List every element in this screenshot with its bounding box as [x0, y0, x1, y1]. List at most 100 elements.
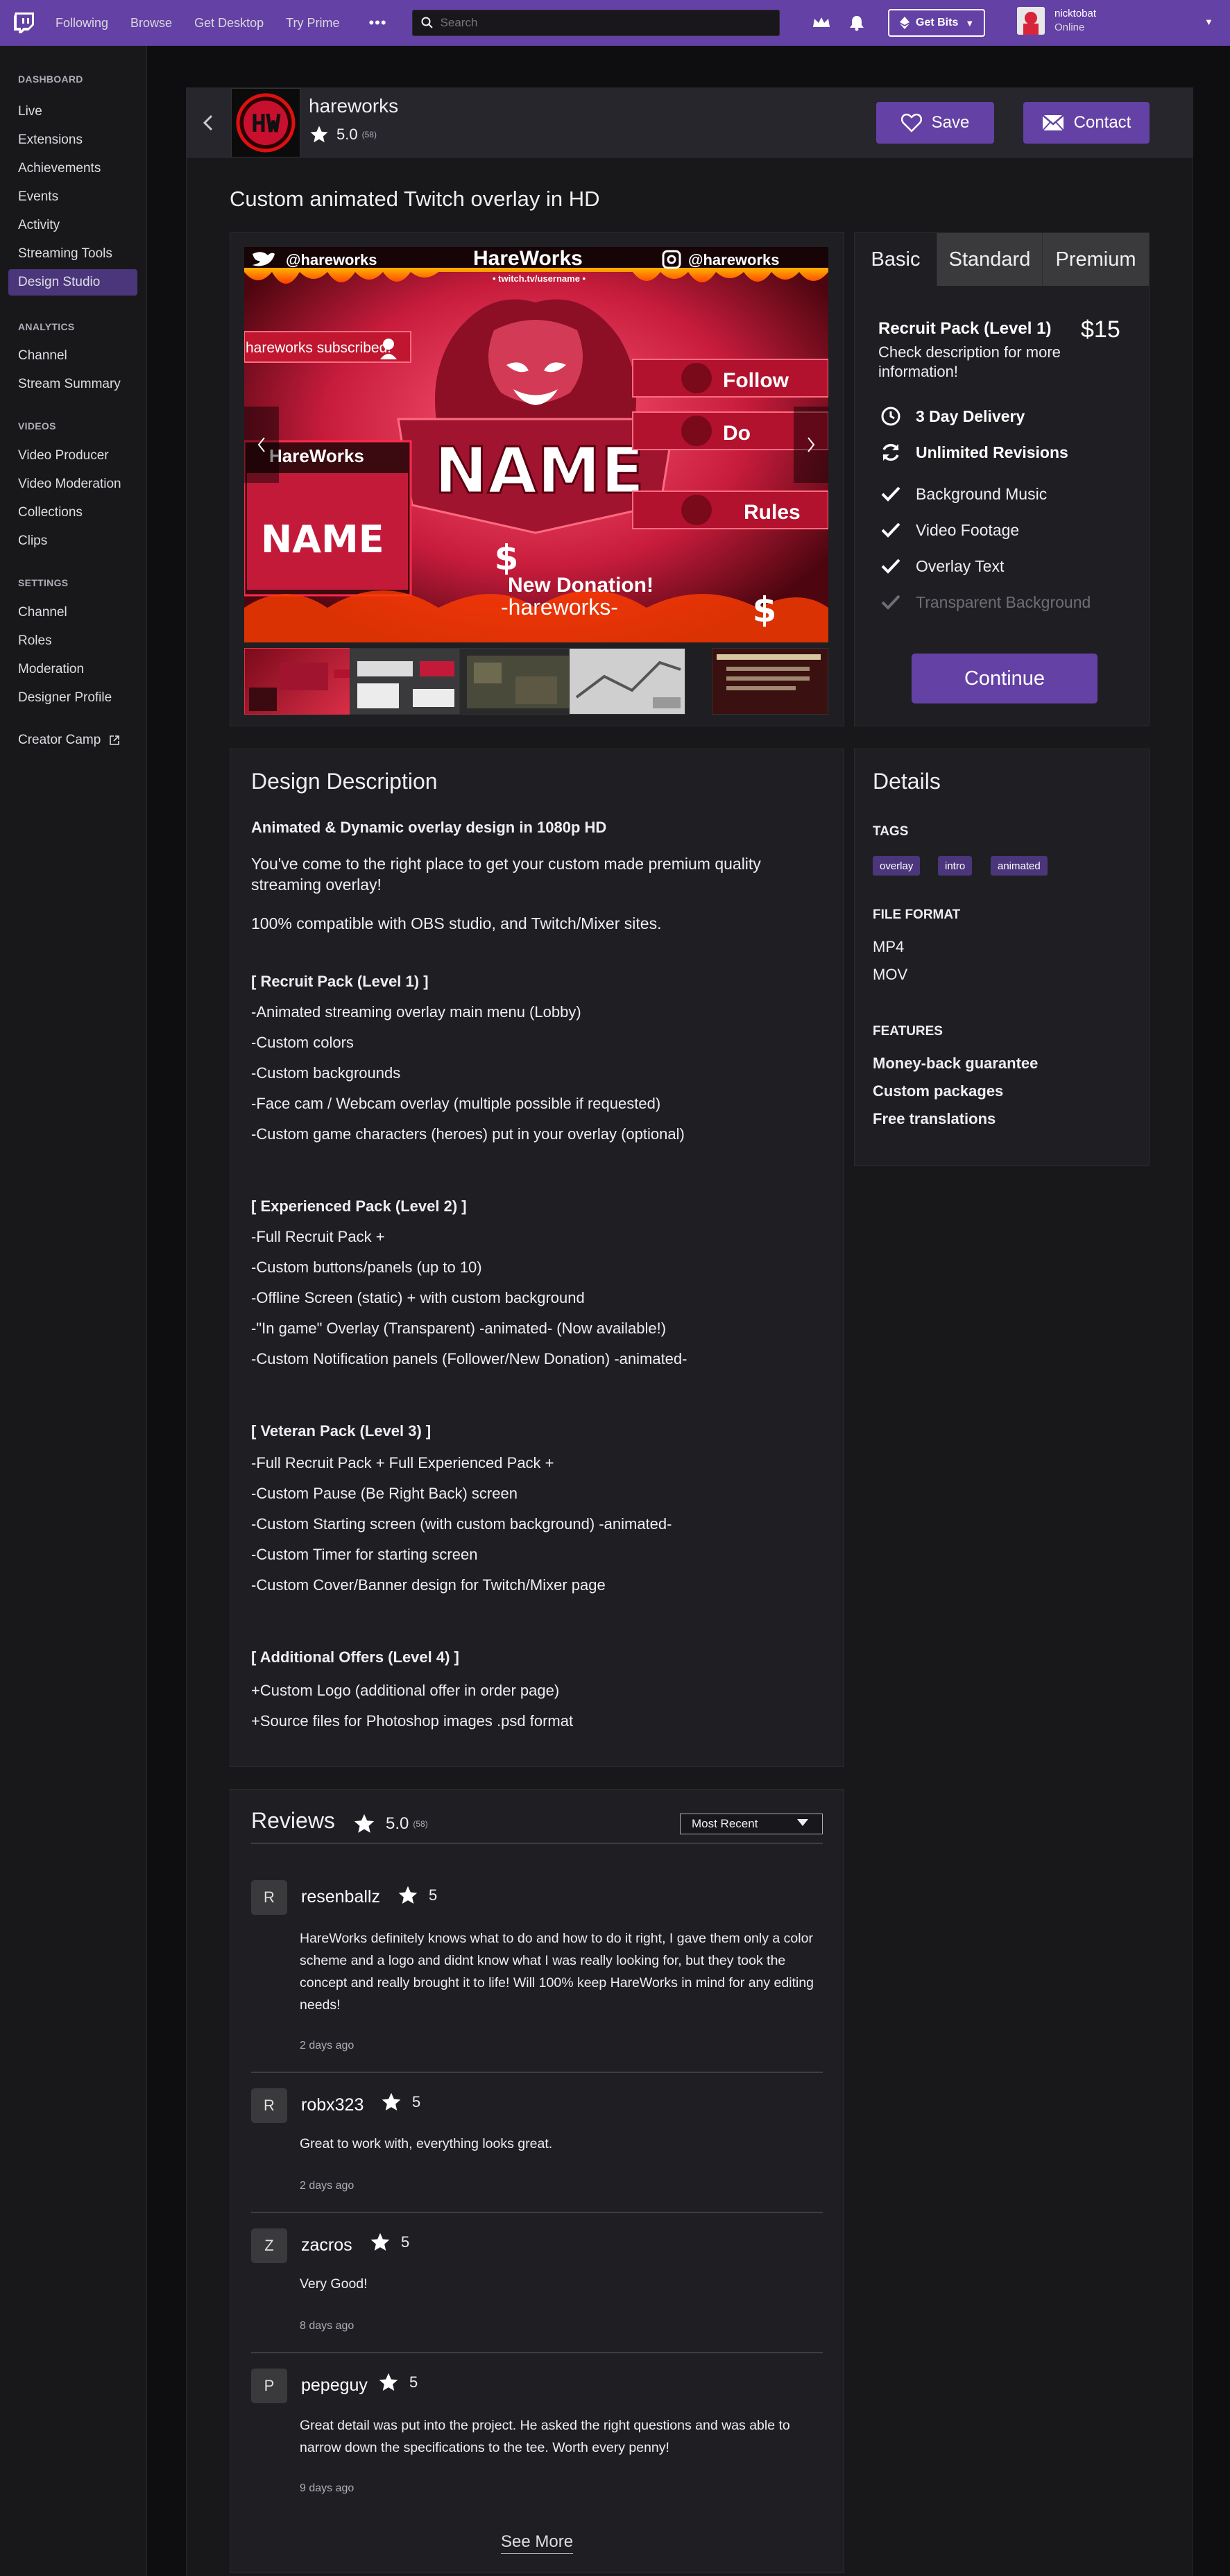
donation-alert: New Donation!: [508, 574, 654, 597]
overlay-brand: HareWorks: [473, 247, 583, 270]
gallery-thumbnail[interactable]: [459, 648, 576, 715]
feature-value: Free translations: [873, 1110, 996, 1127]
gig-page: hareworks 5.0 (58) Save Contact Custom a…: [186, 87, 1193, 2576]
get-bits-button[interactable]: Get Bits ▼: [888, 9, 986, 37]
sidebar-item-video-producer[interactable]: Video Producer: [18, 448, 109, 463]
contact-button[interactable]: Contact: [1023, 102, 1150, 144]
sidebar-item-channel-analytics[interactable]: Channel: [18, 348, 67, 364]
sidebar-item-events[interactable]: Events: [18, 189, 58, 205]
back-chevron-icon[interactable]: [199, 109, 216, 137]
tab-basic[interactable]: Basic: [855, 233, 937, 286]
reviewer-name[interactable]: robx323: [301, 2095, 364, 2115]
file-format-value: MOV: [873, 966, 908, 983]
seller-rating: 5.0 (58): [309, 124, 377, 145]
review-stars: 5: [369, 2231, 409, 2253]
pricing-card: Basic Standard Premium Recruit Pack (Lev…: [854, 232, 1150, 726]
tag-chip[interactable]: intro: [938, 856, 973, 876]
sidebar-item-stream-summary[interactable]: Stream Summary: [18, 377, 121, 392]
experienced-heading: [ Experienced Pack (Level 2) ]: [251, 1197, 467, 1215]
veteran-item: -Custom Timer for starting screen: [251, 1546, 478, 1563]
top-nav: Following Browse Get Desktop Try Prime •…: [0, 0, 1230, 46]
seller-name[interactable]: hareworks: [309, 95, 398, 117]
see-more-link[interactable]: See More: [501, 2532, 574, 2554]
reviews-rating-count: (58): [413, 1819, 428, 1829]
sidebar-item-creator-camp[interactable]: Creator Camp: [18, 733, 120, 748]
tab-standard[interactable]: Standard: [937, 233, 1042, 286]
sidebar-item-collections[interactable]: Collections: [18, 505, 83, 520]
more-menu-icon[interactable]: •••: [368, 14, 386, 32]
continue-button[interactable]: Continue: [912, 654, 1097, 703]
donate-panel: Do: [723, 422, 751, 445]
twitch-logo-icon[interactable]: [12, 11, 36, 35]
search-input[interactable]: [440, 16, 760, 30]
reviewer-name[interactable]: resenballz: [301, 1887, 380, 1907]
sidebar-item-moderation[interactable]: Moderation: [18, 662, 84, 677]
sidebar-item-channel-settings[interactable]: Channel: [18, 605, 67, 620]
gallery-thumbnail[interactable]: [712, 648, 828, 715]
experienced-item: -Full Recruit Pack +: [251, 1228, 385, 1245]
recruit-heading: [ Recruit Pack (Level 1) ]: [251, 973, 429, 990]
sidebar-item-designer-profile[interactable]: Designer Profile: [18, 690, 112, 706]
included-feature: Overlay Text: [878, 554, 1004, 579]
save-button[interactable]: Save: [876, 102, 994, 144]
gallery-thumbnail[interactable]: [350, 648, 466, 715]
checkmark-icon: [881, 595, 900, 610]
recruit-item: -Custom game characters (heroes) put in …: [251, 1125, 685, 1143]
sidebar-item-video-moderation[interactable]: Video Moderation: [18, 477, 121, 492]
sidebar-item-streaming-tools[interactable]: Streaming Tools: [18, 246, 112, 262]
seller-logo[interactable]: [231, 88, 300, 157]
gallery-thumbnail[interactable]: [569, 648, 685, 715]
tab-premium[interactable]: Premium: [1042, 233, 1149, 286]
details-card: Details TAGS overlay intro animated FILE…: [854, 749, 1150, 1166]
nav-get-desktop[interactable]: Get Desktop: [194, 16, 264, 31]
sidebar-heading-dashboard: DASHBOARD: [18, 74, 83, 85]
donor-name: -hareworks-: [501, 595, 618, 620]
crown-icon[interactable]: [812, 16, 831, 30]
experienced-item: -"In game" Overlay (Transparent) -animat…: [251, 1320, 667, 1337]
heart-icon: [900, 113, 922, 133]
sort-dropdown[interactable]: Most Recent: [680, 1814, 823, 1834]
reviewer-avatar: P: [251, 2369, 287, 2403]
reviewer-avatar: R: [251, 2088, 287, 2123]
user-menu[interactable]: nicktobat Online ▼: [1017, 7, 1213, 35]
review-stars: 5: [380, 2091, 420, 2113]
media-gallery: @hareworks HareWorks • twitch.tv/usernam…: [230, 232, 844, 726]
veteran-item: -Custom Pause (Be Right Back) screen: [251, 1485, 518, 1502]
gallery-next-button[interactable]: [794, 407, 828, 483]
sidebar-item-live[interactable]: Live: [18, 104, 42, 119]
chevron-left-icon: [257, 437, 265, 452]
gallery-main-image[interactable]: @hareworks HareWorks • twitch.tv/usernam…: [244, 247, 828, 642]
star-icon: [382, 2092, 401, 2110]
gallery-prev-button[interactable]: [244, 407, 279, 483]
review-date: 8 days ago: [300, 2320, 355, 2332]
review-star-count: 5: [401, 2233, 410, 2251]
tag-chip[interactable]: overlay: [873, 856, 921, 876]
design-description: Design Description Animated & Dynamic ov…: [230, 749, 844, 1767]
overlay-preview-art: @hareworks HareWorks • twitch.tv/usernam…: [244, 247, 828, 642]
sidebar-item-design-studio[interactable]: Design Studio: [18, 275, 100, 290]
search-icon: [421, 17, 433, 28]
details-title: Details: [873, 769, 941, 794]
nav-browse[interactable]: Browse: [130, 16, 172, 31]
reviewer-name[interactable]: zacros: [301, 2235, 352, 2255]
reviewer-name[interactable]: pepeguy: [301, 2375, 368, 2396]
sidebar-item-extensions[interactable]: Extensions: [18, 133, 83, 148]
dollar-sign-left: $: [495, 538, 519, 578]
tag-chip[interactable]: animated: [991, 856, 1048, 876]
save-label: Save: [931, 113, 970, 132]
checkmark-icon: [881, 558, 900, 574]
gallery-thumbnail[interactable]: [244, 648, 361, 715]
sidebar-item-activity[interactable]: Activity: [18, 218, 60, 233]
sidebar-item-roles[interactable]: Roles: [18, 633, 52, 649]
clock-icon: [881, 407, 900, 426]
star-icon: [310, 126, 328, 143]
sidebar-item-clips[interactable]: Clips: [18, 534, 47, 549]
veteran-heading: [ Veteran Pack (Level 3) ]: [251, 1422, 432, 1440]
nav-following[interactable]: Following: [55, 16, 108, 31]
twitter-handle: @hareworks: [286, 251, 377, 268]
nav-try-prime[interactable]: Try Prime: [286, 16, 339, 31]
notifications-bell-icon[interactable]: [849, 15, 864, 31]
sidebar-item-achievements[interactable]: Achievements: [18, 161, 101, 176]
revisions-label: Unlimited Revisions: [916, 443, 1068, 461]
package-tabs: Basic Standard Premium: [855, 233, 1149, 286]
